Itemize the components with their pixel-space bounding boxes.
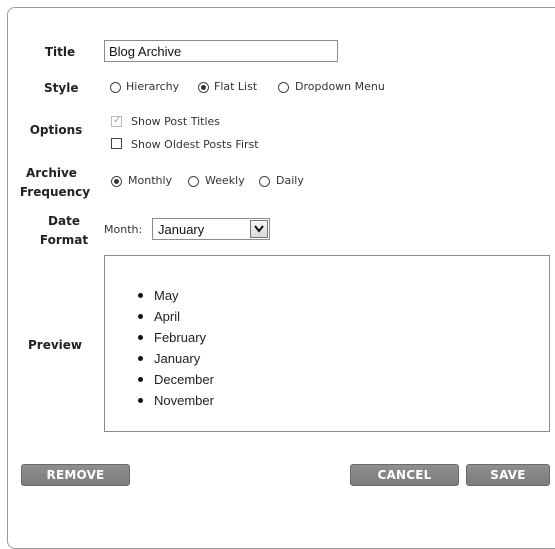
- chevron-down-icon: [254, 225, 264, 233]
- preview-box: May April February January December Nove…: [104, 255, 550, 432]
- frequency-radio-weekly[interactable]: [188, 176, 199, 187]
- list-item: May: [135, 285, 214, 306]
- style-radio-flat-list[interactable]: [198, 82, 209, 93]
- style-option-label-dropdown-menu: Dropdown Menu: [295, 80, 385, 93]
- frequency-option-label-daily: Daily: [276, 174, 304, 187]
- frequency-radio-monthly[interactable]: [111, 176, 122, 187]
- checkmark-icon: ✓: [113, 115, 122, 126]
- preview-list: May April February January December Nove…: [135, 285, 214, 411]
- show-post-titles-label: Show Post Titles: [131, 115, 220, 128]
- save-button[interactable]: SAVE: [466, 464, 550, 486]
- style-radio-dropdown-menu[interactable]: [278, 82, 289, 93]
- cancel-button[interactable]: CANCEL: [350, 464, 459, 486]
- frequency-option-label-monthly: Monthly: [128, 174, 173, 187]
- style-label: Style: [44, 81, 79, 95]
- archive-frequency-label-line1: Archive: [26, 166, 77, 180]
- month-label: Month:: [104, 223, 143, 236]
- frequency-radio-daily[interactable]: [259, 176, 270, 187]
- options-label: Options: [29, 123, 83, 137]
- dropdown-button[interactable]: [250, 220, 268, 238]
- list-item: April: [135, 306, 214, 327]
- style-radio-hierarchy[interactable]: [110, 82, 121, 93]
- month-select[interactable]: January: [152, 218, 270, 240]
- show-oldest-posts-first-checkbox[interactable]: [111, 138, 122, 149]
- list-item: February: [135, 327, 214, 348]
- preview-label: Preview: [27, 338, 82, 352]
- list-item: December: [135, 369, 214, 390]
- date-format-label-line2: Format: [39, 233, 89, 247]
- list-item: January: [135, 348, 214, 369]
- style-option-label-hierarchy: Hierarchy: [126, 80, 180, 93]
- month-select-value: January: [158, 222, 205, 237]
- list-item: November: [135, 390, 214, 411]
- title-input[interactable]: [104, 40, 338, 62]
- show-oldest-posts-first-label: Show Oldest Posts First: [131, 138, 259, 151]
- show-post-titles-checkbox[interactable]: ✓: [111, 115, 122, 127]
- style-option-label-flat-list: Flat List: [214, 80, 258, 93]
- archive-frequency-label-line2: Frequency: [19, 185, 91, 199]
- remove-button[interactable]: REMOVE: [21, 464, 130, 486]
- date-format-label-line1: Date: [48, 214, 80, 228]
- frequency-option-label-weekly: Weekly: [205, 174, 245, 187]
- title-label: Title: [44, 45, 76, 59]
